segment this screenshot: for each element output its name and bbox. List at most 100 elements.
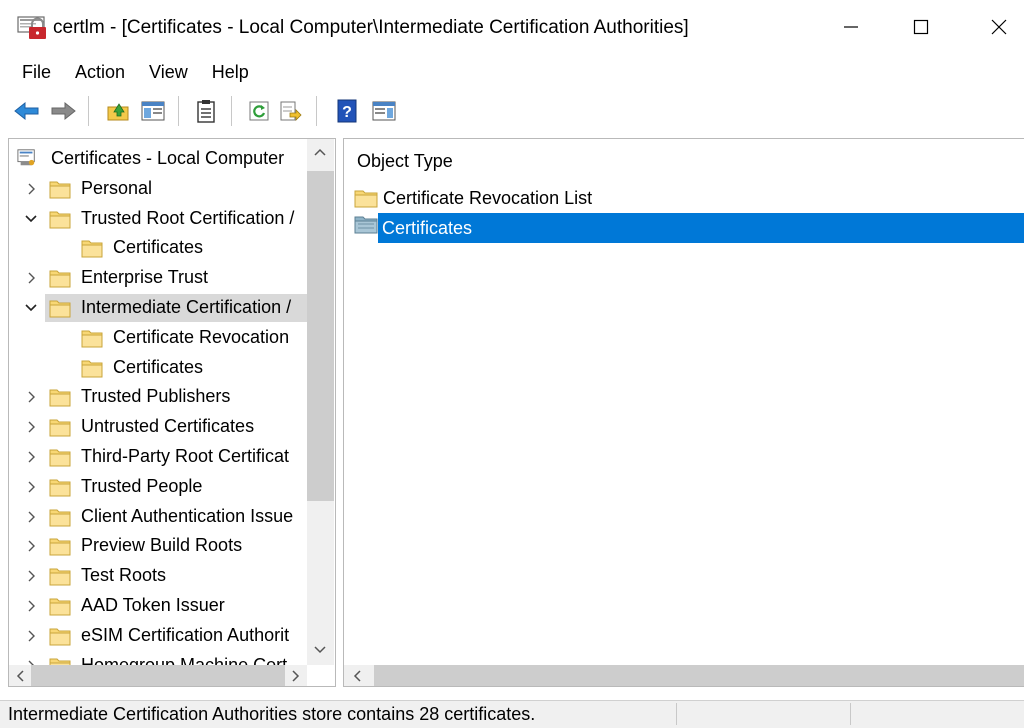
collapse-chevron-icon[interactable] — [24, 301, 38, 315]
tree-vertical-scrollbar[interactable] — [307, 139, 334, 665]
console-tree-pane: Certificates - Local Computer Personal Tru… — [8, 138, 336, 687]
expand-chevron-icon[interactable] — [25, 599, 39, 613]
scroll-left-arrow-icon[interactable] — [15, 670, 25, 682]
menu-file[interactable]: File — [0, 58, 63, 86]
tree-node[interactable]: AAD Token Issuer — [9, 592, 307, 620]
tree-node[interactable]: eSIM Certification Authorit — [9, 622, 307, 650]
tree-horizontal-scrollbar[interactable] — [9, 665, 307, 686]
tree-node-label: AAD Token Issuer — [81, 595, 225, 615]
status-bar: Intermediate Certification Authorities s… — [0, 700, 1024, 728]
close-button[interactable] — [976, 8, 1022, 46]
list-item-label: Certificate Revocation List — [383, 187, 593, 208]
details-pane: Object Type Certificate Revocation List … — [343, 138, 1024, 687]
console-tree: Certificates - Local Computer Personal Tru… — [9, 139, 307, 665]
tree-node-label: Trusted Root Certification / — [81, 207, 295, 228]
properties-icon — [197, 100, 215, 123]
menu-action[interactable]: Action — [63, 58, 137, 86]
scroll-right-arrow-icon[interactable] — [291, 670, 301, 682]
expand-chevron-icon[interactable] — [25, 569, 39, 583]
menu-help[interactable]: Help — [200, 58, 261, 86]
tree-node[interactable]: Certificate Revocation — [9, 324, 307, 352]
tree-node[interactable]: Certificates — [9, 234, 307, 262]
certlm-app-icon — [17, 16, 46, 39]
help-button[interactable]: ? — [334, 98, 360, 124]
collapse-chevron-icon[interactable] — [24, 212, 38, 226]
expand-chevron-icon[interactable] — [25, 510, 39, 524]
tree-node-label: Trusted Publishers — [81, 386, 231, 407]
tree-node[interactable]: Certificates — [9, 354, 307, 382]
tree-node-label: Intermediate Certification / — [81, 297, 292, 317]
tree-node[interactable]: Third-Party Root Certificat — [9, 443, 307, 471]
tree-node[interactable]: Trusted People — [9, 473, 307, 501]
tree-node-root[interactable]: Certificates - Local Computer — [9, 145, 307, 173]
scroll-down-arrow-icon[interactable] — [313, 645, 327, 655]
expand-chevron-icon[interactable] — [25, 271, 39, 285]
tree-node[interactable]: Personal — [9, 175, 307, 203]
scroll-up-arrow-icon[interactable] — [313, 147, 327, 157]
status-divider — [676, 703, 677, 725]
up-level-icon — [107, 103, 129, 121]
certificates-folder-icon-wrap — [354, 214, 378, 239]
tree-node-label: Client Authentication Issue — [81, 505, 294, 526]
tree-node[interactable]: Test Roots — [9, 562, 307, 590]
show-hide-console-tree-icon — [141, 101, 165, 121]
expand-chevron-icon[interactable] — [25, 420, 39, 434]
tree-node-label: Test Roots — [81, 565, 167, 586]
folder-icon — [49, 417, 71, 437]
close-icon — [991, 19, 1007, 35]
folder-icon — [49, 507, 71, 527]
expand-chevron-icon[interactable] — [25, 182, 39, 196]
tree-node[interactable]: Trusted Root Certification / — [9, 205, 307, 233]
status-divider — [850, 703, 851, 725]
folder-icon — [81, 328, 103, 348]
expand-chevron-icon[interactable] — [25, 450, 39, 464]
tree-horizontal-scroll-thumb[interactable] — [31, 665, 285, 686]
window-title: certlm - [Certificates - Local Computer\… — [53, 17, 689, 38]
help-icon: ? — [337, 99, 357, 123]
tree-node-label: Certificates - Local Computer — [51, 148, 285, 168]
refresh-button[interactable] — [246, 98, 272, 124]
folder-icon — [49, 626, 71, 646]
folder-icon — [81, 238, 103, 258]
tree-node[interactable]: Client Authentication Issue — [9, 503, 307, 531]
folder-icon — [49, 536, 71, 556]
show-action-pane-button[interactable] — [371, 98, 397, 124]
export-list-button[interactable] — [278, 98, 304, 124]
folder-icon — [81, 358, 103, 378]
tree-node[interactable]: Enterprise Trust — [9, 264, 307, 292]
scroll-left-arrow-icon[interactable] — [352, 670, 362, 682]
list-item-label: Certificates — [382, 217, 473, 238]
folder-icon — [49, 209, 71, 229]
up-level-button[interactable] — [105, 98, 131, 124]
tree-node[interactable]: Intermediate Certification / — [25, 294, 307, 322]
menu-view[interactable]: View — [137, 58, 200, 86]
tree-node[interactable]: Trusted Publishers — [9, 383, 307, 411]
minimize-button[interactable] — [828, 8, 874, 46]
show-hide-console-tree-button[interactable] — [140, 98, 166, 124]
tree-node[interactable]: Untrusted Certificates — [9, 413, 307, 441]
tree-vertical-scroll-thumb[interactable] — [307, 171, 334, 501]
tree-node-label: Certificate Revocation — [113, 326, 290, 347]
tree-node[interactable]: Homegroup Machine Cert — [9, 652, 307, 665]
details-horizontal-scroll-thumb[interactable] — [374, 665, 1024, 686]
properties-button[interactable] — [193, 98, 219, 124]
details-horizontal-scrollbar[interactable] — [344, 665, 1024, 686]
back-button[interactable] — [14, 98, 40, 124]
expand-chevron-icon[interactable] — [25, 390, 39, 404]
tree-node-label: Preview Build Roots — [81, 535, 243, 556]
expand-chevron-icon[interactable] — [25, 629, 39, 643]
folder-icon — [49, 596, 71, 616]
folder-icon — [49, 179, 71, 199]
folder-icon — [49, 268, 71, 288]
tree-node-label: Trusted People — [81, 475, 203, 496]
expand-chevron-icon[interactable] — [25, 539, 39, 553]
maximize-button[interactable] — [898, 8, 944, 46]
forward-button[interactable] — [50, 98, 76, 124]
list-item[interactable]: Certificate Revocation List — [354, 183, 592, 213]
title-bar: certlm - [Certificates - Local Computer\… — [0, 0, 1024, 54]
list-item-selected[interactable]: Certificates — [378, 213, 1024, 243]
column-header-object-type[interactable]: Object Type — [357, 151, 453, 172]
tree-node[interactable]: Preview Build Roots — [9, 532, 307, 560]
tree-node-label: Certificates — [113, 356, 204, 377]
expand-chevron-icon[interactable] — [25, 480, 39, 494]
